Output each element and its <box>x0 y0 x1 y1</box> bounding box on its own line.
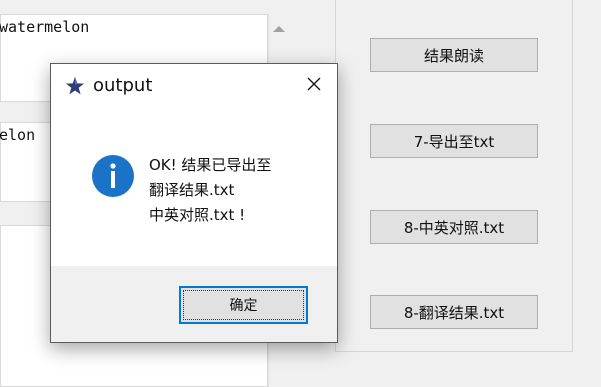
close-button[interactable] <box>291 64 337 108</box>
message-line-2: 翻译结果.txt <box>149 181 235 199</box>
dialog-message: OK! 结果已导出至 翻译结果.txt 中英对照.txt ! <box>149 153 271 228</box>
ok-button[interactable]: 确定 <box>179 286 308 324</box>
window-edge <box>584 0 601 387</box>
output-dialog: output OK! 结果已导出至 翻译结果.txt 中英对照.txt ! 确定 <box>50 63 338 343</box>
dialog-footer: 确定 <box>51 266 337 342</box>
feather-star-icon <box>65 76 85 96</box>
translation-txt-button[interactable]: 8-翻译结果.txt <box>370 295 538 329</box>
text-area-middle-value: elon <box>0 126 36 144</box>
bilingual-txt-button[interactable]: 8-中英对照.txt <box>370 210 538 244</box>
message-line-1: OK! 结果已导出至 <box>149 156 272 174</box>
dialog-body: OK! 结果已导出至 翻译结果.txt 中英对照.txt ! <box>51 108 337 266</box>
export-txt-button[interactable]: 7-导出至txt <box>370 124 538 158</box>
dialog-title: output <box>93 75 153 96</box>
text-area-top-value: watermelon <box>0 18 90 36</box>
message-line-3: 中英对照.txt ! <box>149 206 246 224</box>
dialog-titlebar[interactable]: output <box>51 64 337 108</box>
info-icon <box>91 154 135 198</box>
read-aloud-button[interactable]: 结果朗读 <box>370 38 538 72</box>
close-icon <box>306 76 322 96</box>
ok-button-label: 确定 <box>229 298 258 314</box>
scroll-up-icon[interactable] <box>273 26 285 32</box>
